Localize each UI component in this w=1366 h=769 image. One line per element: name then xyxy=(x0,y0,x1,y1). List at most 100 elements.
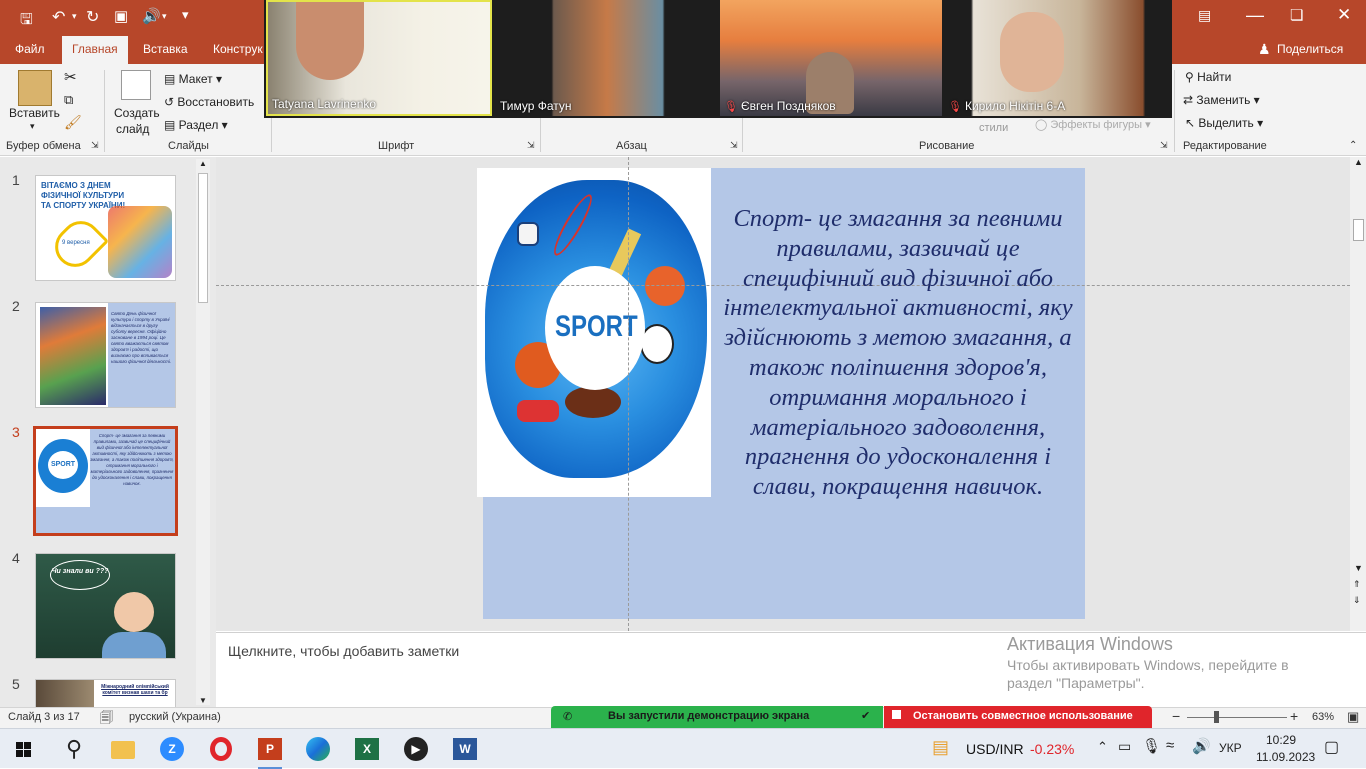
tab-file[interactable]: Файл xyxy=(15,42,45,56)
paste-button[interactable]: Вставить xyxy=(9,106,60,120)
tab-home[interactable]: Главная xyxy=(62,36,128,64)
media-player-icon[interactable]: ▶ xyxy=(400,733,432,765)
scroll-up-icon[interactable]: ▲ xyxy=(1354,157,1363,167)
minimize-icon[interactable]: — xyxy=(1246,5,1264,26)
format-painter-icon[interactable]: 🖌 xyxy=(64,114,82,131)
styles-label[interactable]: стили xyxy=(979,122,1008,134)
zoom-slider[interactable] xyxy=(1187,717,1287,718)
font-launcher-icon[interactable]: ⇲ xyxy=(527,140,535,151)
select-button[interactable]: ↖ Выделить ▾ xyxy=(1185,116,1263,130)
redo-icon[interactable]: ↻ xyxy=(86,7,99,27)
ticker-change: -0.23% xyxy=(1030,741,1075,757)
section-button[interactable]: ▤ Раздел ▾ xyxy=(164,118,228,132)
present-icon[interactable]: ▣ xyxy=(114,7,128,25)
slide-body-text[interactable]: Спорт- це змагання за певними правилами,… xyxy=(721,204,1075,564)
notifications-icon[interactable]: ▢ xyxy=(1324,737,1339,757)
layout-button[interactable]: ▤ Макет ▾ xyxy=(164,72,222,86)
customize-toolbar-icon[interactable]: ▾ xyxy=(182,7,189,23)
battery-icon[interactable]: ▭ xyxy=(1118,738,1131,755)
opera-icon[interactable] xyxy=(205,733,237,765)
next-slide-icon[interactable]: ⇓ xyxy=(1353,595,1361,606)
collapse-ribbon-icon[interactable]: ⌃ xyxy=(1349,140,1357,151)
scrollbar-thumb[interactable] xyxy=(198,173,208,303)
slide-thumbnail-2[interactable]: Свято День фізичної культури і спорту в … xyxy=(35,302,176,408)
edge-icon[interactable] xyxy=(302,733,334,765)
word-icon[interactable]: W xyxy=(449,733,481,765)
paragraph-launcher-icon[interactable]: ⇲ xyxy=(730,140,738,151)
show-hidden-icons[interactable]: ⌃ xyxy=(1097,739,1108,755)
scrollbar-thumb[interactable] xyxy=(1353,219,1364,241)
drawing-launcher-icon[interactable]: ⇲ xyxy=(1160,140,1168,151)
shield-icon: ✔ xyxy=(861,710,871,722)
slide-thumbnail-3[interactable]: SPORT Спорт- це змагання за певними прав… xyxy=(33,426,178,536)
zoom-out-icon[interactable]: − xyxy=(1172,708,1180,724)
restore-icon[interactable]: ❏ xyxy=(1290,6,1303,24)
new-slide-label-1[interactable]: Создать xyxy=(114,106,160,120)
undo-dropdown-icon[interactable]: ▾ xyxy=(72,11,77,22)
cut-icon[interactable]: ✂ xyxy=(64,68,77,86)
paste-dropdown-icon[interactable]: ▾ xyxy=(30,121,35,132)
copy-icon[interactable]: ⧉ xyxy=(64,92,73,108)
clock-date[interactable]: 11.09.2023 xyxy=(1256,750,1315,764)
video-tile-4[interactable]: 🎙 Кирило Нікітін 6-А xyxy=(944,0,1170,116)
reset-button[interactable]: ↺ Восстановить xyxy=(164,95,254,109)
stop-share-button[interactable]: Остановить совместное использование xyxy=(884,706,1152,728)
fit-slide-icon[interactable]: ▣ xyxy=(1347,709,1359,725)
zoom-app-icon[interactable]: Z xyxy=(156,733,188,765)
slide-thumbnail-1[interactable]: ВІТАЄМО З ДНЕМ ФІЗИЧНОЇ КУЛЬТУРИ ТА СПОР… xyxy=(35,175,176,281)
video-tile-1[interactable]: Tatyana Lavrinenko xyxy=(266,0,492,116)
notes-placeholder[interactable]: Щелкните, чтобы добавить заметки xyxy=(228,643,459,659)
video-tile-3[interactable]: 🎙 Євген Поздняков xyxy=(720,0,942,116)
slide-thumbnail-5[interactable]: Міжнародний олімпійський комітет визнав … xyxy=(35,679,176,707)
share-button[interactable]: Поделиться xyxy=(1277,42,1343,56)
zoom-in-icon[interactable]: + xyxy=(1290,708,1298,724)
search-icon[interactable]: ⚲ xyxy=(58,733,90,765)
audio-dropdown-icon[interactable]: ▾ xyxy=(162,11,167,22)
currency-icon[interactable]: ▤ xyxy=(932,737,949,758)
save-icon[interactable]: 🖫 xyxy=(20,9,33,34)
zoom-slider-thumb[interactable] xyxy=(1214,711,1219,723)
shape-effects-label: Эффекты фигуры xyxy=(1050,119,1143,131)
new-slide-icon[interactable] xyxy=(121,70,151,100)
scroll-down-icon[interactable]: ▼ xyxy=(199,696,207,705)
thumbnail-scrollbar[interactable]: ▲ ▼ xyxy=(196,159,210,705)
shape-effects-button[interactable]: ◯ Эффекты фигуры ▾ xyxy=(1035,118,1151,131)
video-tile-2[interactable]: Тимур Фатун xyxy=(496,0,718,116)
zoom-level[interactable]: 63% xyxy=(1312,711,1334,723)
ribbon-display-icon[interactable]: ▤ xyxy=(1198,7,1211,24)
start-icon[interactable] xyxy=(8,733,40,765)
excel-icon[interactable]: X xyxy=(351,733,383,765)
ticker-symbol[interactable]: USD/INR xyxy=(966,741,1024,757)
close-icon[interactable]: ✕ xyxy=(1337,5,1351,25)
paste-icon[interactable] xyxy=(18,70,52,106)
scroll-down-icon[interactable]: ▼ xyxy=(1354,563,1363,573)
tab-insert[interactable]: Вставка xyxy=(143,42,188,56)
share-icon[interactable]: ♟ xyxy=(1258,41,1271,58)
wifi-icon[interactable]: ≈ xyxy=(1166,737,1174,754)
microphone-icon[interactable]: 🎙 xyxy=(1142,737,1161,755)
select-label: Выделить xyxy=(1198,116,1254,130)
language-indicator[interactable]: русский (Украина) xyxy=(129,711,221,723)
sport-image[interactable]: SPORT xyxy=(477,168,711,497)
new-slide-label-2[interactable]: слайд xyxy=(116,122,149,136)
basketball-icon xyxy=(645,266,685,306)
undo-icon[interactable]: ↶ xyxy=(52,7,65,27)
divider xyxy=(104,70,105,152)
clock-time[interactable]: 10:29 xyxy=(1266,733,1296,747)
volume-icon[interactable]: 🔊 xyxy=(1192,737,1211,755)
notes-pane[interactable]: Щелкните, чтобы добавить заметки Активац… xyxy=(216,632,1366,707)
scroll-up-icon[interactable]: ▲ xyxy=(199,159,207,168)
clipboard-launcher-icon[interactable]: ⇲ xyxy=(91,140,99,151)
file-explorer-icon[interactable] xyxy=(107,733,139,765)
tab-design[interactable]: Конструк xyxy=(213,42,263,56)
vertical-guide xyxy=(628,157,629,631)
replace-button[interactable]: ⇄ Заменить ▾ xyxy=(1183,93,1260,107)
powerpoint-icon[interactable]: P xyxy=(254,733,286,769)
find-button[interactable]: ⚲ Найти xyxy=(1185,70,1231,84)
group-label-slides: Слайды xyxy=(168,140,209,152)
input-language[interactable]: УКР xyxy=(1219,741,1242,755)
editor-scrollbar[interactable]: ▲ ▼ ⇑ ⇓ xyxy=(1350,157,1366,631)
previous-slide-icon[interactable]: ⇑ xyxy=(1353,579,1361,590)
slide-thumbnail-4[interactable]: Чи знали ви ??? xyxy=(35,553,176,659)
audio-icon[interactable]: 🔊 xyxy=(142,7,161,25)
